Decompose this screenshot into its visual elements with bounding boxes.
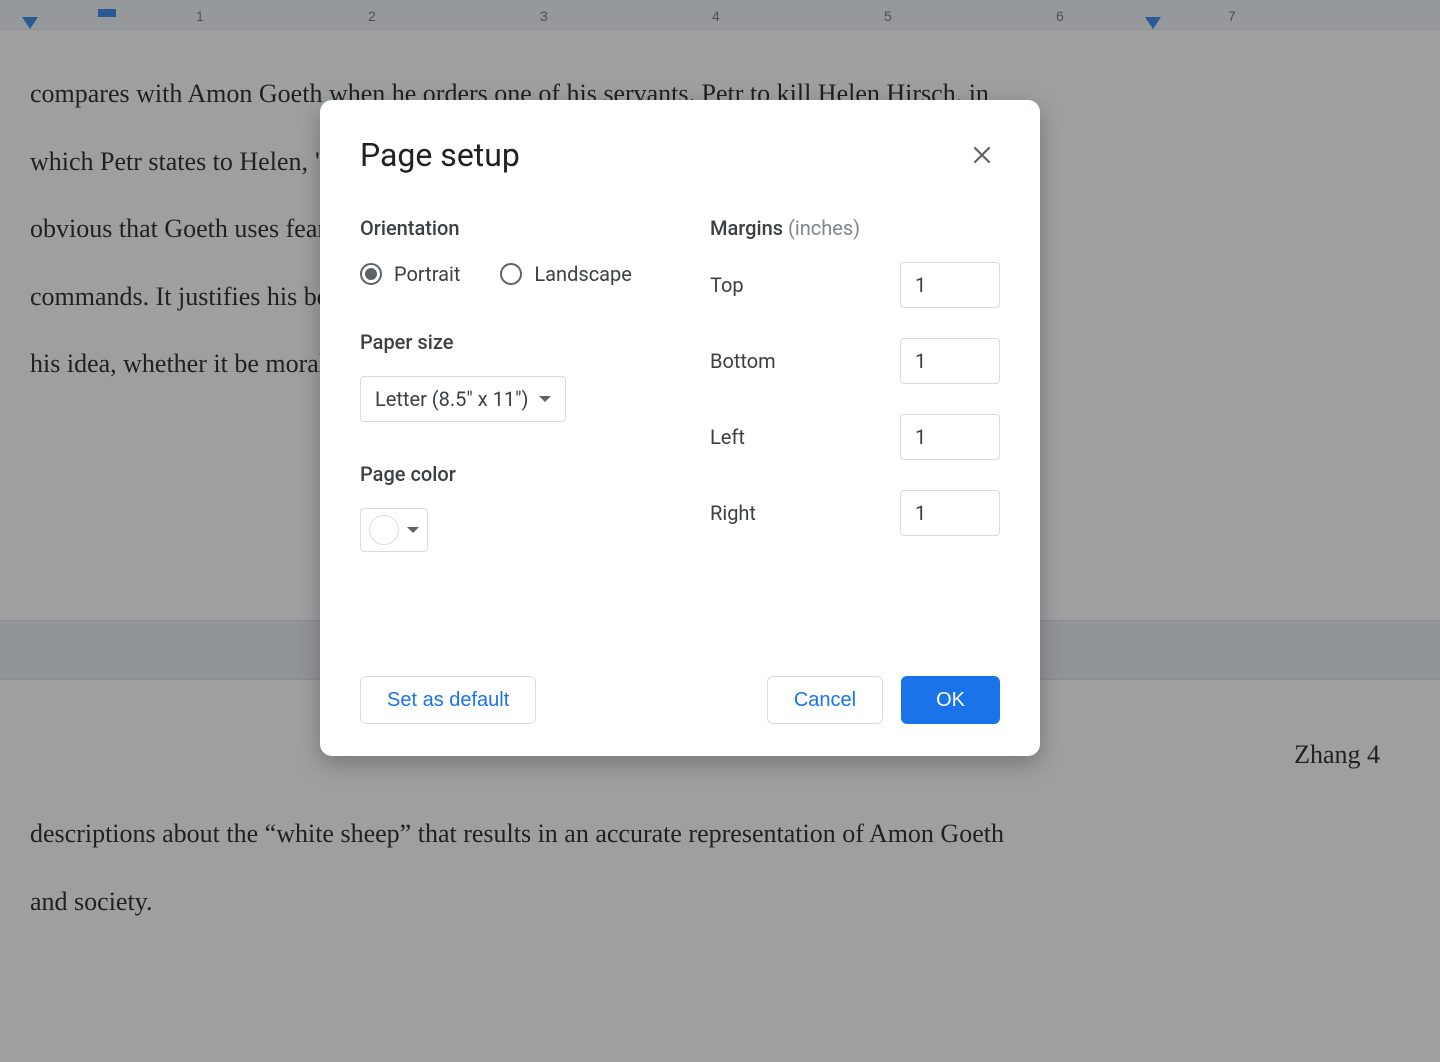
dialog-right-column: Margins (inches) Top Bottom Left Right xyxy=(710,216,1000,566)
margin-top-label: Top xyxy=(710,273,744,297)
margin-right-label: Right xyxy=(710,501,756,525)
paper-size-select[interactable]: Letter (8.5" x 11") xyxy=(360,376,566,422)
dialog-left-column: Orientation Portrait Landscape Paper siz… xyxy=(360,216,650,566)
page-color-label: Page color xyxy=(360,462,650,486)
margin-left-label: Left xyxy=(710,425,745,449)
radio-label: Landscape xyxy=(534,262,631,286)
orientation-label: Orientation xyxy=(360,216,650,240)
chevron-down-icon xyxy=(539,396,551,402)
orientation-portrait-radio[interactable]: Portrait xyxy=(360,262,460,286)
dialog-title: Page setup xyxy=(360,136,520,174)
margin-bottom-label: Bottom xyxy=(710,349,776,373)
orientation-landscape-radio[interactable]: Landscape xyxy=(500,262,631,286)
margins-label: Margins (inches) xyxy=(710,216,1000,240)
set-as-default-button[interactable]: Set as default xyxy=(360,676,536,724)
radio-label: Portrait xyxy=(394,262,460,286)
paper-size-label: Paper size xyxy=(360,330,650,354)
radio-unselected-icon xyxy=(500,263,522,285)
close-icon xyxy=(972,145,992,165)
chevron-down-icon xyxy=(407,527,419,533)
ok-button[interactable]: OK xyxy=(901,676,1000,724)
cancel-button[interactable]: Cancel xyxy=(767,676,883,724)
paper-size-value: Letter (8.5" x 11") xyxy=(375,387,529,411)
orientation-radio-group: Portrait Landscape xyxy=(360,262,650,286)
margin-top-input[interactable] xyxy=(900,262,1000,308)
page-setup-dialog: Page setup Orientation Portrait Landscap… xyxy=(320,100,1040,756)
radio-selected-icon xyxy=(360,263,382,285)
margin-left-input[interactable] xyxy=(900,414,1000,460)
page-color-picker[interactable] xyxy=(360,508,428,552)
close-button[interactable] xyxy=(964,137,1000,173)
margin-bottom-input[interactable] xyxy=(900,338,1000,384)
margin-right-input[interactable] xyxy=(900,490,1000,536)
color-swatch-icon xyxy=(369,515,399,545)
